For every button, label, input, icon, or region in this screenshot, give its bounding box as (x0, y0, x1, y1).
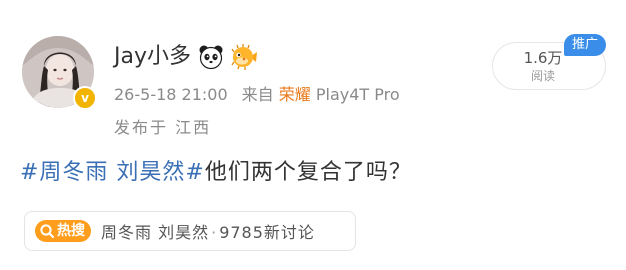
hot-search-keyword: 周冬雨 刘昊然 (101, 223, 210, 242)
author-emoji-row (198, 42, 258, 72)
pufferfish-emoji-icon (231, 44, 257, 70)
topic-link[interactable]: #周冬雨 刘昊然# (20, 160, 205, 185)
post-timestamp: 26-5-18 21:00 (114, 85, 228, 104)
hot-search-discussion: 9785新讨论 (219, 223, 315, 242)
weibo-post-card: v Jay小多 26-5-18 21:00 来自 荣耀 Play4T Pro 发… (0, 0, 626, 270)
post-body-text: 他们两个复合了吗？ (204, 160, 412, 185)
hot-search-badge-label: 热搜 (57, 223, 85, 239)
author-name[interactable]: Jay小多 (114, 42, 191, 72)
hot-search-separator: · (211, 223, 218, 242)
source-prefix: 来自 (241, 85, 274, 104)
post-location: 发布于 江西 (114, 118, 212, 137)
device-model[interactable]: Play4T Pro (316, 85, 400, 104)
post-meta: 26-5-18 21:00 来自 荣耀 Play4T Pro (114, 83, 400, 107)
post-content: #周冬雨 刘昊然#他们两个复合了吗？ (20, 156, 412, 190)
verified-badge-icon: v (73, 86, 97, 110)
read-label: 阅读 (530, 69, 555, 83)
hot-search-text: 周冬雨 刘昊然 · 9785新讨论 (101, 219, 315, 243)
hot-search-badge: 热搜 (35, 220, 91, 242)
device-brand[interactable]: 荣耀 (279, 85, 311, 104)
hot-search-chip[interactable]: 热搜 周冬雨 刘昊然 · 9785新讨论 (24, 211, 356, 251)
promo-tag: 推广 (564, 34, 606, 56)
search-icon (40, 224, 55, 239)
panda-emoji-icon (199, 45, 223, 70)
